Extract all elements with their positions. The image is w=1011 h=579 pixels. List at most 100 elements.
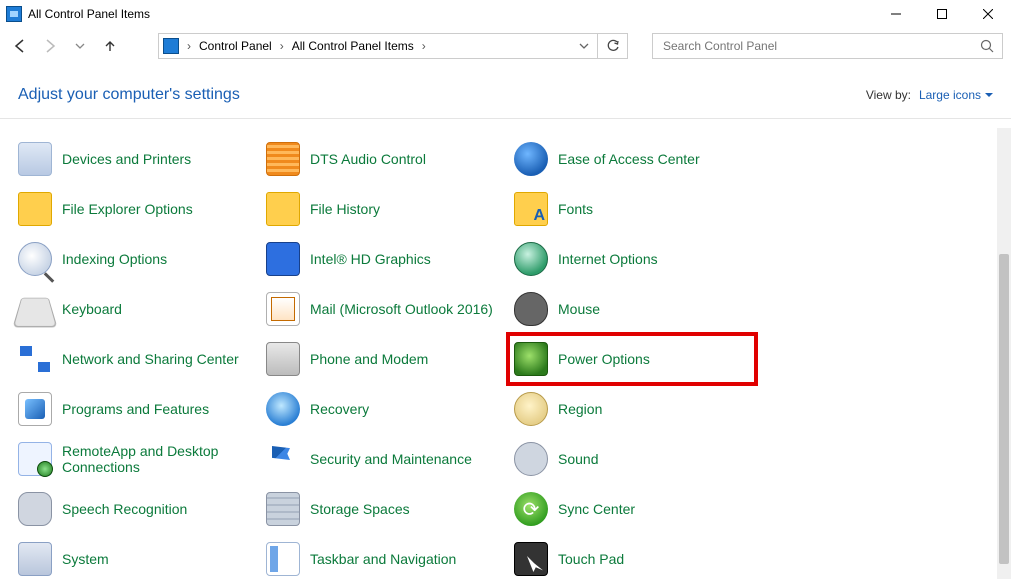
up-button[interactable] (98, 34, 122, 58)
page-title: Adjust your computer's settings (18, 86, 240, 104)
control-panel-item[interactable]: Touch Pad (508, 534, 756, 579)
control-panel-item[interactable]: DTS Audio Control (260, 134, 508, 184)
item-label: Keyboard (62, 301, 122, 317)
task-icon (266, 542, 300, 576)
control-panel-item[interactable]: Region (508, 384, 756, 434)
window-icon (6, 6, 22, 22)
control-panel-item[interactable]: Recovery (260, 384, 508, 434)
control-panel-item[interactable]: Mouse (508, 284, 756, 334)
region-icon (514, 392, 548, 426)
control-panel-item[interactable]: Ease of Access Center (508, 134, 756, 184)
intel-icon (266, 242, 300, 276)
control-panel-item[interactable]: Sound (508, 434, 756, 484)
item-label: Intel® HD Graphics (310, 251, 431, 267)
header: Adjust your computer's settings View by:… (0, 64, 1011, 118)
control-panel-item[interactable]: RemoteApp and Desktop Connections (12, 434, 260, 484)
control-panel-item[interactable]: Indexing Options (12, 234, 260, 284)
address-dropdown-icon[interactable] (575, 41, 593, 51)
breadcrumb-item[interactable]: Control Panel (195, 37, 276, 55)
item-label: Fonts (558, 201, 593, 217)
search-box[interactable] (652, 33, 1003, 59)
view-by: View by: Large icons (866, 88, 993, 102)
control-panel-item[interactable]: Phone and Modem (260, 334, 508, 384)
view-by-value[interactable]: Large icons (919, 88, 993, 102)
item-label: Power Options (558, 351, 650, 367)
item-label: Ease of Access Center (558, 151, 700, 167)
minimize-button[interactable] (873, 0, 919, 28)
disks-icon (266, 492, 300, 526)
control-panel-item[interactable]: Speech Recognition (12, 484, 260, 534)
mail-icon (266, 292, 300, 326)
chevron-down-icon (985, 91, 993, 99)
control-panel-item[interactable]: Storage Spaces (260, 484, 508, 534)
blue-icon (514, 142, 548, 176)
item-label: Network and Sharing Center (62, 351, 239, 367)
item-label: Taskbar and Navigation (310, 551, 456, 567)
item-label: File Explorer Options (62, 201, 193, 217)
search-icon[interactable] (980, 39, 994, 53)
gen-icon (18, 142, 52, 176)
kb-icon (13, 298, 58, 328)
item-label: Internet Options (558, 251, 658, 267)
item-label: Speech Recognition (62, 501, 187, 517)
control-panel-item[interactable]: Sync Center (508, 484, 756, 534)
item-label: Recovery (310, 401, 369, 417)
control-panel-item[interactable]: Programs and Features (12, 384, 260, 434)
item-label: Mouse (558, 301, 600, 317)
mag-icon (18, 242, 52, 276)
item-label: Devices and Printers (62, 151, 191, 167)
back-button[interactable] (8, 34, 32, 58)
search-input[interactable] (661, 38, 994, 54)
breadcrumb-item[interactable]: All Control Panel Items (288, 37, 418, 55)
folder-icon (266, 192, 300, 226)
chevron-right-icon: › (278, 39, 286, 53)
remote-icon (18, 442, 52, 476)
control-panel-item[interactable]: Mail (Microsoft Outlook 2016) (260, 284, 508, 334)
control-panel-item[interactable]: Devices and Printers (12, 134, 260, 184)
item-label: Touch Pad (558, 551, 624, 567)
power-icon (514, 342, 548, 376)
item-label: System (62, 551, 109, 567)
close-button[interactable] (965, 0, 1011, 28)
control-panel-item[interactable]: Internet Options (508, 234, 756, 284)
control-panel-item[interactable]: Power Options (508, 334, 756, 384)
control-panel-item[interactable]: File History (260, 184, 508, 234)
control-panel-item[interactable]: System (12, 534, 260, 579)
address-bar[interactable]: › Control Panel › All Control Panel Item… (158, 33, 598, 59)
folder-icon (18, 192, 52, 226)
control-panel-item[interactable]: Taskbar and Navigation (260, 534, 508, 579)
globe-icon (514, 242, 548, 276)
divider (0, 118, 1011, 119)
control-panel-item[interactable]: Intel® HD Graphics (260, 234, 508, 284)
items-grid: Devices and Printers DTS Audio Control Eas… (12, 134, 985, 579)
nav-row: › Control Panel › All Control Panel Item… (0, 28, 1011, 64)
phone-icon (266, 342, 300, 376)
forward-button[interactable] (38, 34, 62, 58)
item-label: Sound (558, 451, 598, 467)
item-label: File History (310, 201, 380, 217)
view-by-label: View by: (866, 88, 911, 102)
item-label: Region (558, 401, 602, 417)
scrollbar[interactable] (997, 128, 1011, 579)
scrollbar-thumb[interactable] (999, 254, 1009, 564)
flag-icon (266, 442, 300, 476)
maximize-button[interactable] (919, 0, 965, 28)
folderA-icon (514, 192, 548, 226)
item-label: RemoteApp and Desktop Connections (62, 443, 254, 475)
control-panel-item[interactable]: Security and Maintenance (260, 434, 508, 484)
address-icon (163, 38, 179, 54)
refresh-button[interactable] (598, 33, 628, 59)
sound-icon (514, 442, 548, 476)
control-panel-item[interactable]: File Explorer Options (12, 184, 260, 234)
touch-icon (514, 542, 548, 576)
item-label: Storage Spaces (310, 501, 410, 517)
recov-icon (266, 392, 300, 426)
mouse-icon (514, 292, 548, 326)
control-panel-item[interactable]: Network and Sharing Center (12, 334, 260, 384)
recent-dropdown-icon[interactable] (68, 34, 92, 58)
control-panel-item[interactable]: Fonts (508, 184, 756, 234)
control-panel-item[interactable]: Keyboard (12, 284, 260, 334)
item-label: Phone and Modem (310, 351, 428, 367)
item-label: Mail (Microsoft Outlook 2016) (310, 301, 493, 317)
item-label: DTS Audio Control (310, 151, 426, 167)
